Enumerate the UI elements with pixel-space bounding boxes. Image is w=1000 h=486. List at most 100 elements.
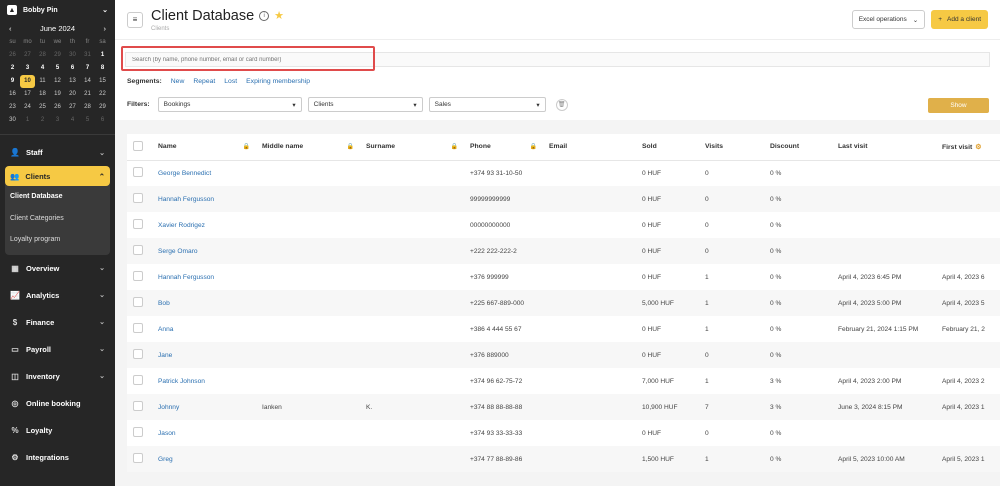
calendar-day[interactable]: 30 (65, 49, 80, 62)
nav-client-categories[interactable]: Client Categories (5, 208, 110, 230)
calendar-day[interactable]: 4 (65, 113, 80, 126)
table-row[interactable]: George Bennedict +374 93 31-10-50 0 HUF 0 0 … (127, 160, 1000, 186)
trash-icon[interactable]: 🗑 (555, 98, 568, 111)
calendar-day[interactable]: 27 (20, 49, 35, 62)
row-checkbox[interactable] (133, 375, 143, 385)
nav-loyalty[interactable]: % Loyalty (0, 417, 115, 444)
row-checkbox[interactable] (133, 193, 143, 203)
calendar-day[interactable]: 8 (95, 62, 110, 75)
table-row[interactable]: Anna +386 4 444 55 67 0 HUF 1 0 % February 21… (127, 316, 1000, 342)
table-row[interactable]: Greg +374 77 88-89-86 1,500 HUF 1 0 % April 5… (127, 446, 1000, 472)
calendar-day[interactable]: 1 (95, 49, 110, 62)
calendar-day[interactable]: 6 (65, 62, 80, 75)
table-row[interactable]: Hannah Fergusson +376 999999 0 HUF 1 0 % Apri… (127, 264, 1000, 290)
prev-month-button[interactable]: ‹ (9, 24, 12, 33)
table-row[interactable]: Serge Omaro +222 222-222-2 0 HUF 0 0 % (127, 238, 1000, 264)
table-row[interactable]: Hannah Fergusson 99999999999 0 HUF 0 0 % (127, 186, 1000, 212)
client-name-link[interactable]: Patrick Johnson (152, 368, 256, 394)
show-button[interactable]: Show (928, 98, 989, 113)
nav-loyalty-program[interactable]: Loyalty program (5, 229, 110, 251)
info-icon[interactable]: i (259, 10, 270, 21)
nav-online-booking[interactable]: ◎ Online booking (0, 390, 115, 417)
calendar-day[interactable]: 4 (35, 62, 50, 75)
row-checkbox[interactable] (133, 401, 143, 411)
calendar-day[interactable]: 1 (20, 113, 35, 126)
account-switcher[interactable]: ▲ Bobby Pin ⌄ (0, 0, 115, 20)
column-header-sold[interactable]: Sold (636, 134, 699, 161)
filter-select-sales[interactable]: Sales ▾ (428, 97, 546, 112)
calendar-day[interactable]: 25 (35, 100, 50, 113)
column-header-surname[interactable]: Surname 🔒 (360, 134, 464, 161)
gear-icon[interactable]: ⚙ (975, 144, 981, 151)
row-checkbox[interactable] (133, 167, 143, 178)
segment-lost[interactable]: Lost (224, 78, 237, 85)
calendar-day[interactable]: 2 (5, 62, 20, 75)
calendar-day[interactable]: 5 (50, 62, 65, 75)
next-month-button[interactable]: › (103, 24, 106, 33)
client-name-link[interactable]: Xavier Rodrigez (152, 212, 256, 238)
column-header-name[interactable]: Name 🔒 (152, 134, 256, 161)
calendar-day[interactable]: 27 (65, 100, 80, 113)
calendar-day[interactable]: 5 (80, 113, 95, 126)
calendar-day-today[interactable]: 10 (20, 74, 35, 88)
table-row[interactable]: Bob +225 667-889-000 5,000 HUF 1 0 % April 4,… (127, 290, 1000, 316)
calendar-day[interactable]: 29 (95, 100, 110, 113)
column-header-email[interactable]: Email (543, 134, 636, 161)
calendar-day[interactable]: 28 (35, 49, 50, 62)
calendar-day[interactable]: 26 (5, 49, 20, 62)
nav-overview[interactable]: ▦ Overview ⌄ (0, 255, 115, 282)
row-checkbox[interactable] (133, 323, 143, 333)
calendar-day[interactable]: 28 (80, 100, 95, 113)
calendar-day[interactable]: 3 (20, 62, 35, 75)
nav-analytics[interactable]: 📈 Analytics ⌄ (0, 282, 115, 309)
row-checkbox[interactable] (133, 349, 143, 359)
client-name-link[interactable]: Greg (152, 446, 256, 472)
calendar-day[interactable]: 6 (95, 113, 110, 126)
calendar-day[interactable]: 30 (5, 113, 20, 126)
table-row[interactable]: Jane +376 889000 0 HUF 0 0 % (127, 342, 1000, 368)
nav-payroll[interactable]: ▭ Payroll ⌄ (0, 336, 115, 363)
calendar-day[interactable]: 16 (5, 88, 20, 101)
nav-integrations[interactable]: ⚙ Integrations (0, 444, 115, 471)
calendar-day[interactable]: 23 (5, 100, 20, 113)
client-name-link[interactable]: Hannah Fergusson (152, 186, 256, 212)
calendar-day[interactable]: 20 (65, 88, 80, 101)
calendar-day[interactable]: 2 (35, 113, 50, 126)
add-client-button[interactable]: + Add a client (931, 10, 988, 29)
select-all-checkbox[interactable] (133, 140, 143, 151)
client-name-link[interactable]: Jane (152, 342, 256, 368)
filter-select-bookings[interactable]: Bookings ▾ (157, 97, 302, 112)
calendar-day[interactable]: 18 (35, 88, 50, 101)
calendar-day[interactable]: 11 (35, 75, 50, 88)
menu-toggle-button[interactable]: ≡ (127, 11, 143, 28)
column-header-last-visit[interactable]: Last visit (832, 134, 936, 161)
row-checkbox[interactable] (133, 427, 143, 437)
calendar-day[interactable]: 26 (50, 100, 65, 113)
segment-new[interactable]: New (171, 78, 185, 85)
calendar-day[interactable]: 9 (5, 75, 20, 88)
nav-inventory[interactable]: ◫ Inventory ⌄ (0, 363, 115, 390)
client-name-link[interactable]: Bob (152, 290, 256, 316)
row-checkbox[interactable] (133, 219, 143, 229)
table-row[interactable]: Jason +374 93 33-33-33 0 HUF 0 0 % (127, 420, 1000, 446)
client-name-link[interactable]: Serge Omaro (152, 238, 256, 264)
table-row[interactable]: Johnny Ianken K. +374 88 88-88-88 10,900 HUF… (127, 394, 1000, 420)
client-name-link[interactable]: Hannah Fergusson (152, 264, 256, 290)
nav-clients[interactable]: 👥 Clients ⌃ (5, 166, 110, 187)
nav-finance[interactable]: $ Finance ⌄ (0, 309, 115, 336)
row-checkbox[interactable] (133, 453, 143, 463)
calendar-day[interactable]: 12 (50, 75, 65, 88)
calendar-day[interactable]: 24 (20, 100, 35, 113)
column-header-phone[interactable]: Phone 🔒 (464, 134, 543, 161)
client-name-link[interactable]: Johnny (152, 394, 256, 420)
table-row[interactable]: Patrick Johnson +374 96 62-75-72 7,000 HUF… (127, 368, 1000, 394)
client-name-link[interactable]: Jason (152, 420, 256, 446)
calendar-day[interactable]: 3 (50, 113, 65, 126)
segment-expiring-membership[interactable]: Expiring membership (246, 78, 310, 85)
star-icon[interactable]: ★ (274, 9, 284, 22)
excel-operations-button[interactable]: Excel operations ⌄ (851, 10, 926, 29)
breadcrumb[interactable]: Clients (151, 26, 852, 32)
calendar-day[interactable]: 14 (80, 75, 95, 88)
calendar-day[interactable]: 31 (80, 49, 95, 62)
row-checkbox[interactable] (133, 271, 143, 281)
